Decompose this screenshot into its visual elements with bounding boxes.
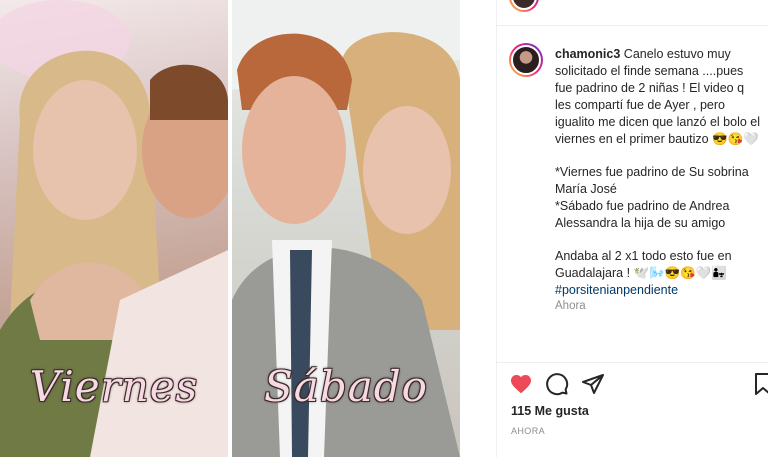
left-photo-label: Viernes (29, 362, 199, 411)
save-button[interactable] (751, 372, 768, 398)
caption-text-2: *Viernes fue padrino de Su sobrina María… (555, 165, 749, 230)
right-photo-label: Sábado (264, 362, 428, 411)
share-button[interactable] (581, 372, 607, 398)
avatar[interactable] (509, 43, 543, 77)
actions-divider (497, 362, 768, 363)
photo-panel-right: Sábado (232, 0, 460, 457)
hashtag-link[interactable]: #porsitenianpendiente (555, 283, 678, 297)
post-photo[interactable]: Viernes Sábado (0, 0, 496, 457)
bookmark-icon (755, 373, 768, 395)
like-button[interactable] (509, 372, 535, 398)
header-divider (497, 25, 768, 26)
post-date: AHORA (511, 426, 546, 436)
username-link[interactable]: chamonic3 (555, 47, 620, 61)
like-count[interactable]: 115 Me gusta (511, 404, 589, 418)
comment-button[interactable] (545, 372, 571, 398)
comment-timestamp: Ahora (555, 300, 586, 312)
action-bar (509, 372, 768, 398)
photo-panel-left: Viernes (0, 0, 228, 457)
caption-text-3: Andaba al 2 x1 todo esto fue en Guadalaj… (555, 249, 732, 280)
header-avatar[interactable] (509, 0, 539, 12)
heart-filled-icon (511, 375, 531, 394)
comment-icon (546, 373, 569, 396)
caption-text-1: Canelo estuvo muy solicitado el finde se… (555, 47, 760, 146)
share-icon (582, 374, 604, 394)
post-sidebar: chamonic3 Canelo estuvo muy solicitado e… (496, 0, 768, 457)
post-caption: chamonic3 Canelo estuvo muy solicitado e… (555, 46, 761, 299)
photo-side-margin (460, 0, 496, 457)
